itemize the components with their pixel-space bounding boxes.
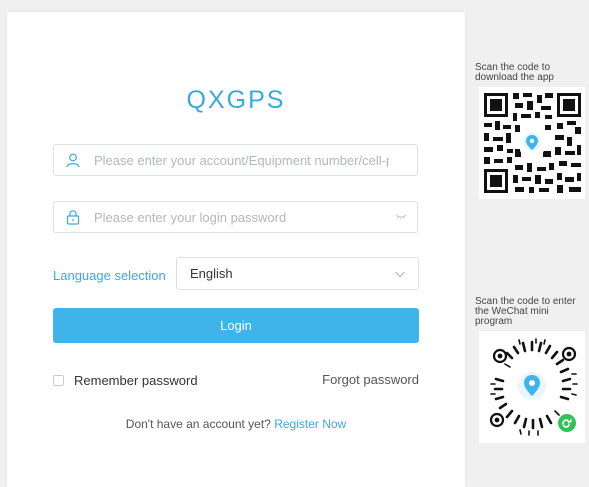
language-label: Language selection	[53, 268, 166, 283]
forgot-password-link[interactable]: Forgot password	[322, 372, 419, 387]
account-field[interactable]	[53, 144, 418, 176]
wechat-qr-caption: Scan the code to enter the WeChat mini p…	[475, 297, 589, 327]
eye-off-icon[interactable]	[395, 211, 407, 221]
login-button[interactable]: Login	[53, 308, 419, 343]
wechat-logo-icon	[558, 414, 576, 432]
user-icon	[66, 153, 80, 168]
qr-code-icon	[479, 87, 585, 199]
chevron-down-icon	[395, 271, 405, 278]
wechat-qr-caption-line: program	[475, 316, 513, 327]
remember-label: Remember password	[74, 373, 198, 388]
password-input[interactable]	[94, 202, 389, 232]
language-value: English	[190, 266, 233, 281]
register-prompt: Don't have an account yet? Register Now	[7, 417, 465, 431]
password-field[interactable]	[53, 201, 418, 233]
wechat-mini-program-code	[479, 331, 585, 443]
account-input[interactable]	[94, 145, 389, 175]
app-qr-code	[479, 87, 585, 199]
lock-icon	[66, 210, 80, 225]
remember-checkbox[interactable]	[53, 375, 64, 386]
app-qr-caption-line: download the app	[475, 72, 554, 83]
remember-password[interactable]: Remember password	[53, 373, 198, 388]
login-card: QXGPS Language selection English Login	[7, 12, 465, 487]
register-link[interactable]: Register Now	[274, 417, 346, 431]
brand-title: QXGPS	[186, 86, 286, 114]
app-qr-caption: Scan the code to download the app	[475, 63, 589, 83]
language-select[interactable]: English	[176, 257, 419, 290]
register-prompt-text: Don't have an account yet?	[125, 417, 271, 431]
wechat-code-icon	[479, 331, 585, 443]
